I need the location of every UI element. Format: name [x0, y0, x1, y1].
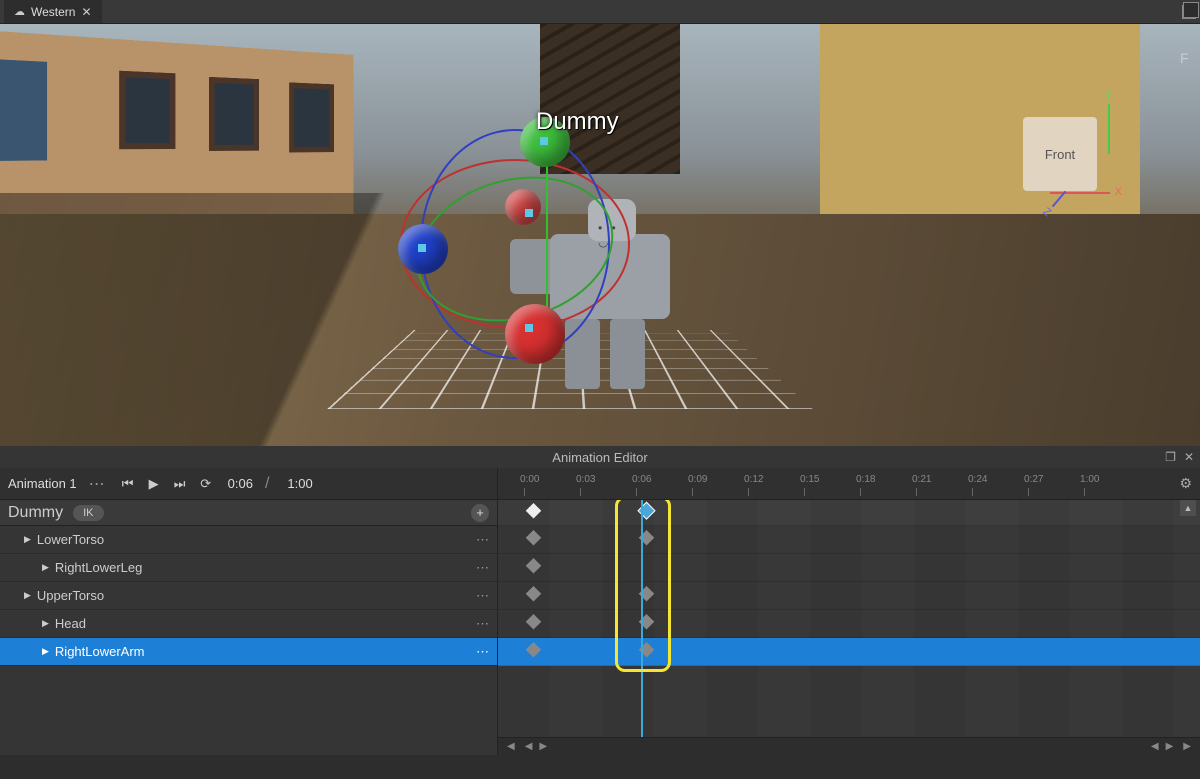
animation-name[interactable]: Animation 1: [8, 476, 77, 491]
play-button[interactable]: ▶: [144, 476, 164, 492]
keyframe-lane[interactable]: [498, 610, 1200, 638]
timeline-settings-icon[interactable]: ⚙: [1179, 475, 1192, 492]
animation-editor-titlebar: Animation Editor ❐ ✕: [0, 446, 1200, 468]
tab-close-icon[interactable]: ✕: [81, 5, 91, 19]
animation-editor-title: Animation Editor: [552, 450, 647, 465]
track-row-rightlowerleg[interactable]: ▶ RightLowerLeg ⋯: [0, 554, 497, 582]
track-label: LowerTorso: [37, 532, 104, 547]
track-row-head[interactable]: ▶ Head ⋯: [0, 610, 497, 638]
ruler-tick: 0:15: [800, 474, 819, 485]
track-row-uppertorso[interactable]: ▶ UpperTorso ⋯: [0, 582, 497, 610]
track-label: Head: [55, 616, 86, 631]
cloud-icon: ☁: [14, 5, 25, 18]
side-panel-tab[interactable]: F: [1180, 50, 1196, 66]
axis-x-icon: [1050, 192, 1110, 194]
model-row: Dummy IK +: [0, 500, 497, 526]
gizmo-handle-z[interactable]: [398, 224, 448, 274]
skip-start-button[interactable]: ⏮: [118, 476, 138, 492]
zoom-out-right-icon[interactable]: ▶: [536, 741, 550, 752]
track-menu-icon[interactable]: ⋯: [476, 560, 489, 576]
keyframe-lane[interactable]: [498, 582, 1200, 610]
keyframe-lane-model[interactable]: [498, 500, 1200, 526]
expand-icon[interactable]: ▶: [24, 590, 31, 601]
expand-icon[interactable]: ▶: [42, 562, 49, 573]
playback-controls: Animation 1 ⋯ ⏮ ▶ ⏭ ⟳ 0:06 / 1:00: [0, 468, 497, 500]
track-label: RightLowerLeg: [55, 560, 142, 575]
ruler-tick: 1:00: [1080, 474, 1099, 485]
character-label: Dummy: [536, 108, 619, 136]
ruler-tick: 0:12: [744, 474, 763, 485]
time-separator: /: [265, 475, 269, 493]
gizmo-handle-x[interactable]: [505, 304, 565, 364]
timeline-ruler[interactable]: 0:00 0:03 0:06 0:09 0:12 0:15 0:18 0:21 0:24 0:27…: [498, 468, 1200, 500]
zoom-in-left-icon[interactable]: ◀: [1148, 741, 1162, 752]
add-track-button[interactable]: +: [471, 504, 489, 522]
tab-title: Western: [31, 5, 75, 19]
view-cube[interactable]: Front: [1010, 104, 1110, 204]
ik-toggle[interactable]: IK: [73, 505, 103, 521]
timeline-grid[interactable]: ▲: [498, 500, 1200, 737]
rotate-gizmo[interactable]: [380, 109, 650, 379]
timeline-bottom-scroll: ◀ ◀ ▶ ◀ ▶ ▶: [498, 737, 1200, 755]
ruler-tick: 0:06: [632, 474, 651, 485]
gizmo-handle-center[interactable]: [505, 189, 541, 225]
ruler-tick: 0:09: [688, 474, 707, 485]
track-label: RightLowerArm: [55, 644, 145, 659]
skip-end-button[interactable]: ⏭: [170, 476, 190, 492]
track-menu-icon[interactable]: ⋯: [476, 644, 489, 660]
keyframe-lane-selected[interactable]: [498, 638, 1200, 666]
animation-menu-icon[interactable]: ⋯: [83, 474, 112, 494]
ruler-tick: 0:27: [1024, 474, 1043, 485]
ruler-tick: 0:24: [968, 474, 987, 485]
keyframe-lane[interactable]: [498, 554, 1200, 582]
expand-icon[interactable]: ▶: [42, 618, 49, 629]
track-menu-icon[interactable]: ⋯: [476, 532, 489, 548]
track-row-lowertorso[interactable]: ▶ LowerTorso ⋯: [0, 526, 497, 554]
restore-windows-icon[interactable]: [1182, 5, 1196, 19]
close-panel-icon[interactable]: ✕: [1184, 450, 1194, 464]
zoom-in-right-icon[interactable]: ▶: [1163, 741, 1177, 752]
tab-western[interactable]: ☁ Western ✕: [4, 0, 102, 23]
scroll-left-icon[interactable]: ◀: [504, 741, 518, 752]
track-row-rightlowerarm[interactable]: ▶ RightLowerArm ⋯: [0, 638, 497, 666]
viewport-3d[interactable]: • •◡ Dummy Front F: [0, 24, 1200, 446]
track-label: UpperTorso: [37, 588, 104, 603]
scroll-right-icon[interactable]: ▶: [1180, 741, 1194, 752]
model-name: Dummy: [8, 504, 63, 522]
animation-editor-panel: Animation Editor ❐ ✕ Animation 1 ⋯ ⏮ ▶ ⏭…: [0, 446, 1200, 755]
undock-icon[interactable]: ❐: [1165, 450, 1176, 464]
expand-icon[interactable]: ▶: [42, 646, 49, 657]
ruler-tick: 0:03: [576, 474, 595, 485]
expand-icon[interactable]: ▶: [24, 534, 31, 545]
axis-y-icon: [1108, 104, 1110, 154]
ruler-tick: 0:21: [912, 474, 931, 485]
track-menu-icon[interactable]: ⋯: [476, 588, 489, 604]
current-time[interactable]: 0:06: [228, 476, 253, 491]
track-list-panel: Animation 1 ⋯ ⏮ ▶ ⏭ ⟳ 0:06 / 1:00 Dummy …: [0, 468, 498, 755]
loop-button[interactable]: ⟳: [196, 476, 216, 492]
keyframe-lane[interactable]: [498, 526, 1200, 554]
timeline-panel: 0:00 0:03 0:06 0:09 0:12 0:15 0:18 0:21 0:24 0:27…: [498, 468, 1200, 755]
scrubber[interactable]: [641, 500, 643, 737]
zoom-out-left-icon[interactable]: ◀: [522, 741, 536, 752]
ruler-tick: 0:00: [520, 474, 539, 485]
view-cube-front[interactable]: Front: [1023, 117, 1097, 191]
tab-bar: ☁ Western ✕: [0, 0, 1200, 24]
ruler-tick: 0:18: [856, 474, 875, 485]
total-time[interactable]: 1:00: [287, 476, 312, 491]
track-menu-icon[interactable]: ⋯: [476, 616, 489, 632]
